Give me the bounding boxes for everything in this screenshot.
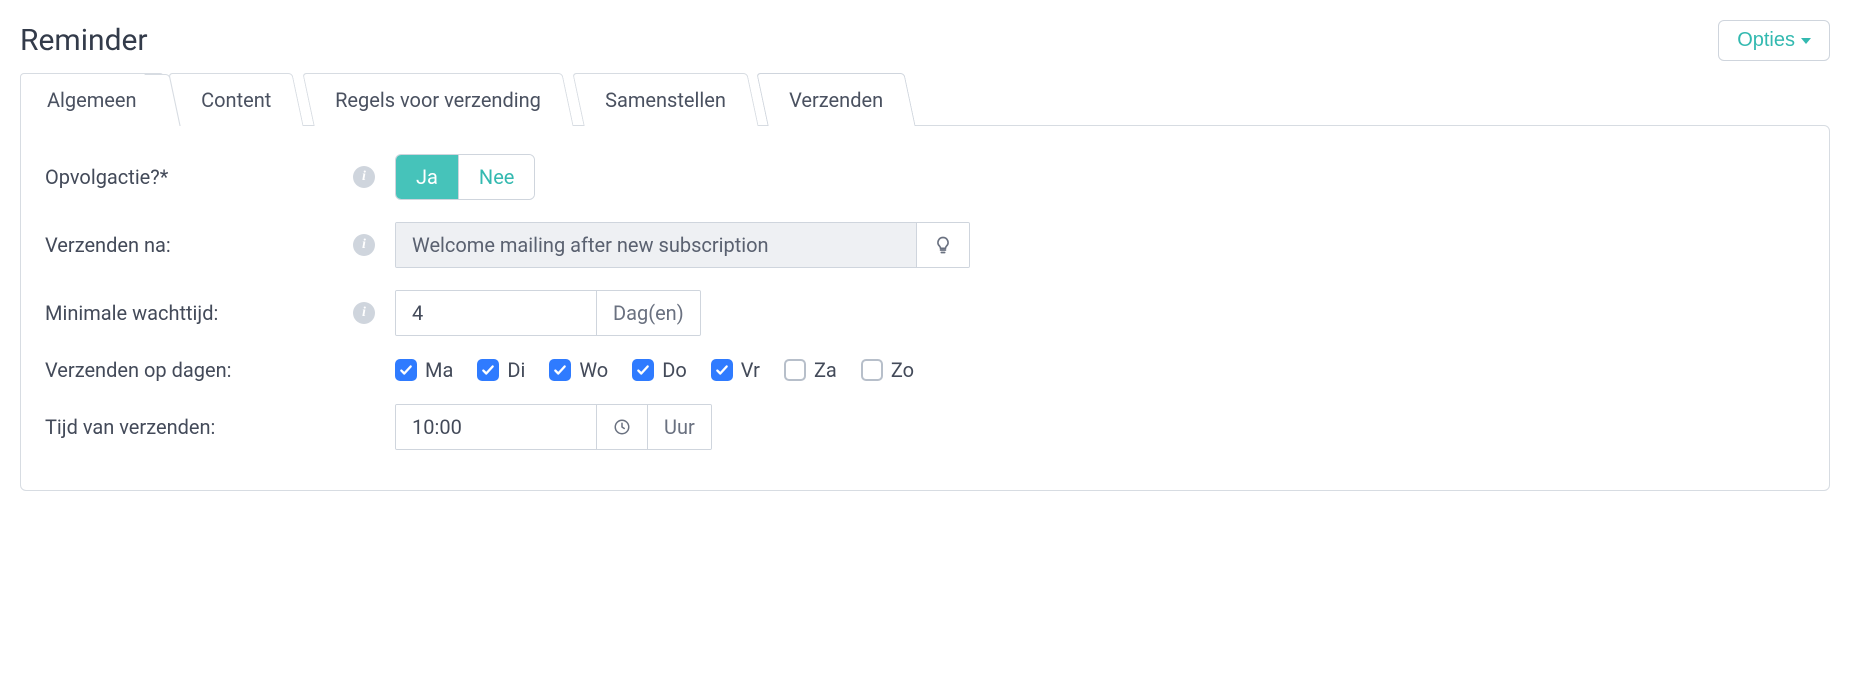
day-checkbox-wo[interactable]: Wo <box>549 358 608 382</box>
checkbox-icon <box>549 359 571 381</box>
checkbox-icon <box>861 359 883 381</box>
day-label: Wo <box>579 358 608 382</box>
days-container: Ma Di Wo Do Vr Za Zo <box>395 358 914 382</box>
min-wait-field: Dag(en) <box>395 290 701 336</box>
options-dropdown-button[interactable]: Opties <box>1718 20 1830 61</box>
day-label: Di <box>507 358 525 382</box>
tab-samenstellen[interactable]: Samenstellen <box>572 73 758 126</box>
tab-row: Algemeen Content Regels voor verzending … <box>20 73 1830 126</box>
tab-algemeen[interactable]: Algemeen <box>20 73 164 126</box>
day-label: Vr <box>741 358 760 382</box>
label-min-wait: Minimale wachttijd: <box>45 301 218 325</box>
send-after-field: Welcome mailing after new subscription <box>395 222 970 268</box>
tab-verzenden[interactable]: Verzenden <box>757 73 916 126</box>
toggle-followup: Ja Nee <box>395 154 535 200</box>
info-icon[interactable]: i <box>353 234 375 256</box>
row-send-days: Verzenden op dagen: Ma Di Wo Do Vr Za Zo <box>45 358 1805 382</box>
tab-content[interactable]: Content <box>168 73 303 126</box>
label-send-days: Verzenden op dagen: <box>45 358 231 382</box>
day-checkbox-di[interactable]: Di <box>477 358 525 382</box>
toggle-option-ja[interactable]: Ja <box>396 155 458 199</box>
info-icon[interactable]: i <box>353 302 375 324</box>
day-label: Ma <box>425 358 453 382</box>
clock-button[interactable] <box>596 405 647 449</box>
lightbulb-button[interactable] <box>916 223 969 267</box>
tab-label: Algemeen <box>47 88 137 112</box>
send-after-value[interactable]: Welcome mailing after new subscription <box>396 223 916 267</box>
row-followup: Opvolgactie?* i Ja Nee <box>45 154 1805 200</box>
caret-down-icon <box>1801 38 1811 44</box>
checkbox-icon <box>632 359 654 381</box>
tab-regels[interactable]: Regels voor verzending <box>302 73 573 126</box>
page-title: Reminder <box>20 23 148 58</box>
lightbulb-icon <box>933 235 953 255</box>
day-label: Zo <box>891 358 914 382</box>
info-icon[interactable]: i <box>353 166 375 188</box>
min-wait-unit: Dag(en) <box>596 291 700 335</box>
row-send-after: Verzenden na: i Welcome mailing after ne… <box>45 222 1805 268</box>
day-checkbox-zo[interactable]: Zo <box>861 358 914 382</box>
toggle-option-nee[interactable]: Nee <box>458 155 534 199</box>
tab-label: Regels voor verzending <box>335 88 541 112</box>
checkbox-icon <box>395 359 417 381</box>
send-time-field: Uur <box>395 404 712 450</box>
day-label: Za <box>814 358 837 382</box>
day-checkbox-vr[interactable]: Vr <box>711 358 760 382</box>
day-checkbox-za[interactable]: Za <box>784 358 837 382</box>
label-send-time: Tijd van verzenden: <box>45 415 215 439</box>
tab-label: Content <box>201 88 271 112</box>
tab-label: Verzenden <box>789 88 883 112</box>
day-checkbox-ma[interactable]: Ma <box>395 358 453 382</box>
day-label: Do <box>662 358 687 382</box>
options-label: Opties <box>1737 29 1795 52</box>
tab-panel-verzenden: Opvolgactie?* i Ja Nee Verzenden na: i W… <box>20 125 1830 491</box>
checkbox-icon <box>477 359 499 381</box>
checkbox-icon <box>784 359 806 381</box>
tab-label: Samenstellen <box>605 88 726 112</box>
send-time-unit: Uur <box>647 405 711 449</box>
clock-icon <box>613 418 631 436</box>
label-send-after: Verzenden na: <box>45 233 171 257</box>
row-min-wait: Minimale wachttijd: i Dag(en) <box>45 290 1805 336</box>
day-checkbox-do[interactable]: Do <box>632 358 687 382</box>
checkbox-icon <box>711 359 733 381</box>
label-followup: Opvolgactie?* <box>45 165 168 189</box>
row-send-time: Tijd van verzenden: Uur <box>45 404 1805 450</box>
